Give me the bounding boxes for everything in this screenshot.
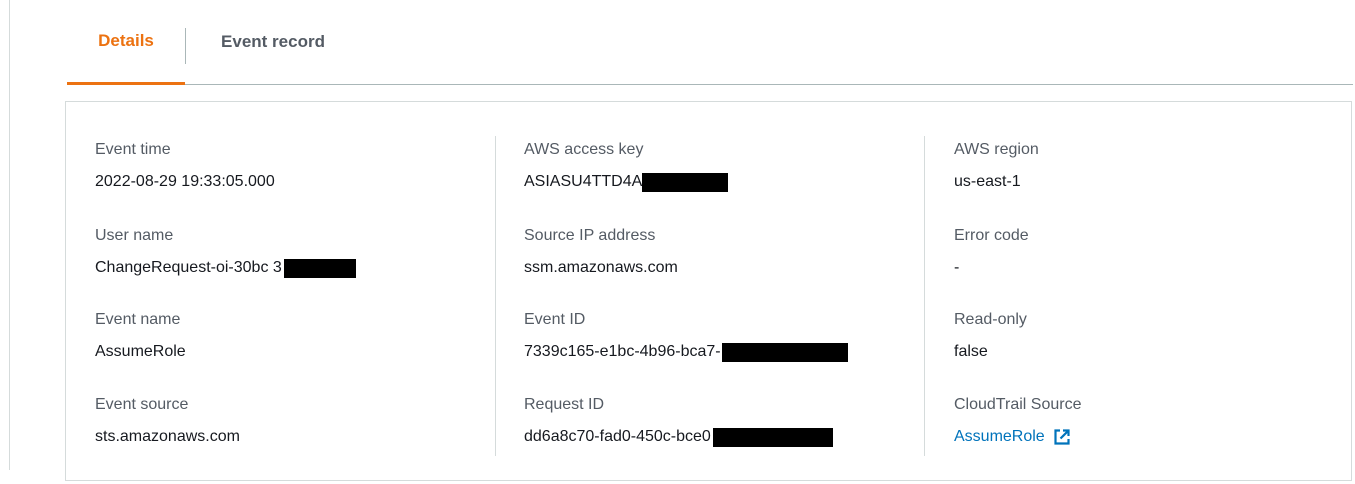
left-divider	[9, 0, 10, 470]
event-time-value: 2022-08-29 19:33:05.000	[95, 173, 275, 190]
tab-divider	[185, 28, 186, 64]
field-error-code: Error code -	[954, 226, 1334, 278]
field-event-id: Event ID 7339c165-e1bc-4b96-bca7-	[524, 310, 904, 362]
field-label: Event time	[95, 141, 171, 158]
request-id-value: dd6a8c70-fad0-450c-bce0	[524, 428, 711, 445]
field-value: AssumeRole	[95, 342, 475, 362]
event-name-value: AssumeRole	[95, 343, 186, 360]
redaction-block	[721, 342, 848, 362]
event-id-value: 7339c165-e1bc-4b96-bca7-	[524, 343, 721, 360]
region-value: us-east-1	[954, 173, 1021, 190]
tab-event-record[interactable]: Event record	[191, 0, 355, 84]
field-user-name: User name ChangeRequest-oi-30bc 3	[95, 226, 475, 278]
field-value: dd6a8c70-fad0-450c-bce0	[524, 427, 904, 447]
field-value: ssm.amazonaws.com	[524, 258, 904, 278]
event-source-value: sts.amazonaws.com	[95, 428, 240, 445]
field-value: -	[954, 258, 1334, 278]
field-label: Event source	[95, 396, 189, 413]
field-label: Error code	[954, 227, 1029, 244]
field-label: CloudTrail Source	[954, 396, 1082, 413]
redaction-block	[642, 172, 729, 192]
field-read-only: Read-only false	[954, 310, 1334, 362]
field-label: User name	[95, 227, 174, 244]
source-ip-value: ssm.amazonaws.com	[524, 259, 678, 276]
field-label: Event name	[95, 311, 181, 328]
field-value: us-east-1	[954, 172, 1334, 192]
tab-bar: Details Event record	[67, 0, 1353, 85]
field-request-id: Request ID dd6a8c70-fad0-450c-bce0	[524, 395, 904, 447]
details-column-1: Event time 2022-08-29 19:33:05.000 User …	[66, 102, 496, 480]
details-column-3: AWS region us-east-1 Error code - Read-o…	[924, 102, 1351, 480]
field-label: Source IP address	[524, 227, 656, 244]
event-details-page: Details Event record Event time 2022-08-…	[0, 0, 1355, 484]
field-value: ASIASU4TTD4A	[524, 172, 904, 192]
cloudtrail-source-link[interactable]: AssumeRole	[954, 427, 1045, 447]
redaction-block	[712, 427, 833, 447]
tab-details[interactable]: Details	[67, 0, 185, 85]
access-key-value: ASIASU4TTD4A	[524, 173, 643, 190]
field-value: ChangeRequest-oi-30bc 3	[95, 258, 475, 278]
error-code-value: -	[954, 259, 960, 276]
field-label: Event ID	[524, 311, 586, 328]
field-event-source: Event source sts.amazonaws.com	[95, 395, 475, 447]
field-value: AssumeRole	[954, 427, 1334, 447]
user-name-value: ChangeRequest-oi-30bc 3	[95, 259, 282, 276]
field-label: AWS region	[954, 141, 1039, 158]
field-value: 7339c165-e1bc-4b96-bca7-	[524, 342, 904, 362]
field-event-name: Event name AssumeRole	[95, 310, 475, 362]
field-value: false	[954, 342, 1334, 362]
field-label: Request ID	[524, 396, 605, 413]
field-access-key: AWS access key ASIASU4TTD4A	[524, 140, 904, 192]
field-label: Read-only	[954, 311, 1027, 328]
details-panel: Event time 2022-08-29 19:33:05.000 User …	[65, 101, 1352, 481]
field-event-time: Event time 2022-08-29 19:33:05.000	[95, 140, 475, 192]
details-column-2: AWS access key ASIASU4TTD4A Source IP ad…	[496, 102, 924, 480]
field-cloudtrail-source: CloudTrail Source AssumeRole	[954, 395, 1334, 447]
external-link-icon[interactable]	[1053, 428, 1071, 446]
field-value: sts.amazonaws.com	[95, 427, 475, 447]
field-value: 2022-08-29 19:33:05.000	[95, 172, 475, 192]
redaction-block	[283, 258, 356, 278]
field-source-ip: Source IP address ssm.amazonaws.com	[524, 226, 904, 278]
field-region: AWS region us-east-1	[954, 140, 1334, 192]
read-only-value: false	[954, 343, 988, 360]
field-label: AWS access key	[524, 141, 644, 158]
